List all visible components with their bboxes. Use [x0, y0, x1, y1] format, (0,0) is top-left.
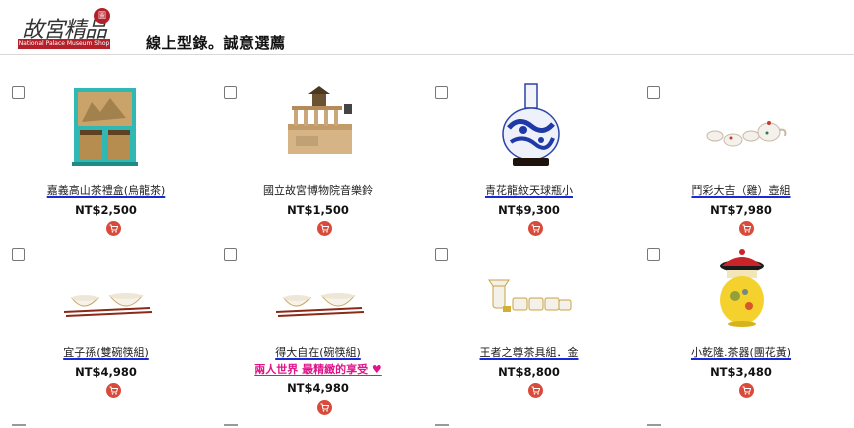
product-checkbox[interactable]: [647, 86, 660, 99]
product-price: NT$9,300: [498, 203, 560, 217]
logo-band: National Palace Museum Shop: [18, 39, 110, 49]
product-name-link[interactable]: 嘉義高山茶禮盒(烏龍茶): [0, 182, 212, 198]
next-row-checkbox-edge: [12, 424, 26, 426]
bowl-chopstick-set-2-image[interactable]: [272, 240, 367, 335]
logo-seal: 圖: [94, 8, 110, 24]
cart-icon[interactable]: [106, 383, 121, 398]
product-card: 國立故宮博物院音樂鈴 NT$1,500: [212, 72, 424, 236]
product-card: 青花龍紋天球瓶小 NT$9,300: [423, 72, 635, 236]
product-name: 國立故宮博物院音樂鈴: [263, 184, 373, 197]
teapot-set-image[interactable]: [695, 78, 790, 173]
bowl-chopstick-set-image[interactable]: [60, 240, 155, 335]
product-card: 得大自在(碗筷組) 兩人世界 最精緻的享受 ♥ NT$4,980: [212, 234, 424, 415]
product-name-link[interactable]: 青花龍紋天球瓶小: [423, 182, 635, 198]
product-checkbox[interactable]: [647, 248, 660, 261]
product-checkbox[interactable]: [435, 86, 448, 99]
next-row-checkbox-edge: [647, 424, 661, 426]
product-name-link[interactable]: 得大自在(碗筷組): [212, 344, 424, 360]
product-checkbox[interactable]: [224, 86, 237, 99]
product-price: NT$1,500: [287, 203, 349, 217]
product-checkbox[interactable]: [12, 248, 25, 261]
product-name-link[interactable]: 宜子孫(雙碗筷組): [0, 344, 212, 360]
product-name-link[interactable]: 王者之尊茶具組．金: [423, 344, 635, 360]
cart-icon[interactable]: [317, 400, 332, 415]
shop-logo[interactable]: 故宮精品 圖 National Palace Museum Shop: [18, 8, 112, 50]
product-card: 宜子孫(雙碗筷組) NT$4,980: [0, 234, 212, 398]
product-card: 王者之尊茶具組．金 NT$8,800: [423, 234, 635, 398]
cart-icon[interactable]: [739, 383, 754, 398]
product-price: NT$2,500: [75, 203, 137, 217]
product-price: NT$4,980: [75, 365, 137, 379]
product-price: NT$3,480: [710, 365, 772, 379]
product-price: NT$7,980: [710, 203, 772, 217]
gold-tea-set-image[interactable]: [483, 240, 578, 335]
qianlong-tea-jar-image[interactable]: [695, 240, 790, 335]
product-checkbox[interactable]: [12, 86, 25, 99]
blue-white-vase-image[interactable]: [483, 78, 578, 173]
next-row-checkbox-edge: [435, 424, 449, 426]
product-price: NT$8,800: [498, 365, 560, 379]
product-price: NT$4,980: [287, 381, 349, 395]
product-checkbox[interactable]: [435, 248, 448, 261]
product-card: 嘉義高山茶禮盒(烏龍茶) NT$2,500: [0, 72, 212, 236]
page-title: 線上型錄。誠意選薦: [146, 34, 286, 52]
product-name-link[interactable]: 鬥彩大吉（雞）壺組: [635, 182, 847, 198]
product-card: 鬥彩大吉（雞）壺組 NT$7,980: [635, 72, 847, 236]
tea-gift-box-image[interactable]: [60, 78, 155, 173]
next-row-checkbox-edge: [224, 424, 238, 426]
product-checkbox[interactable]: [224, 248, 237, 261]
product-card: 小乾隆.茶器(團花黃) NT$3,480: [635, 234, 847, 398]
promo-link[interactable]: 兩人世界 最精緻的享受 ♥: [212, 361, 424, 377]
music-box-image[interactable]: [272, 78, 367, 173]
cart-icon[interactable]: [528, 383, 543, 398]
site-header: 故宮精品 圖 National Palace Museum Shop 線上型錄。…: [0, 0, 854, 55]
product-name-link[interactable]: 小乾隆.茶器(團花黃): [635, 344, 847, 360]
